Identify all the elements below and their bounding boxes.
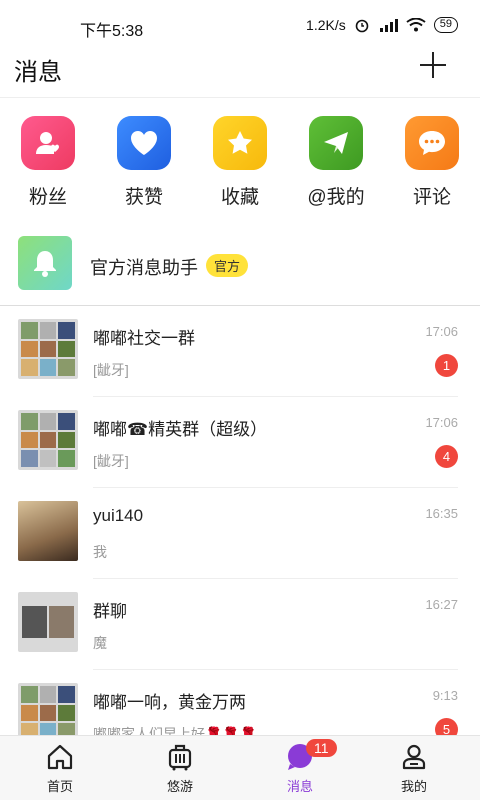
add-icon[interactable] [420, 52, 446, 78]
user-avatar [18, 501, 78, 561]
chat-time: 9:13 [432, 688, 458, 703]
chat-item[interactable]: 嘟嘟社交一群 17:06 [龇牙] 1 [0, 306, 480, 397]
official-badge: 官方 [206, 254, 249, 277]
nav-home[interactable]: 首页 [0, 742, 120, 795]
chat-name: 群聊 [93, 602, 127, 621]
header: 消息 [0, 48, 480, 98]
star-icon [213, 116, 267, 170]
official-assistant-row[interactable]: 官方消息助手 官方 [0, 234, 480, 294]
nav-profile[interactable]: 我的 [354, 742, 474, 795]
nav-unread-badge: 11 [306, 739, 337, 757]
fans-icon [21, 116, 75, 170]
bell-icon [18, 236, 72, 290]
quick-action-mentions[interactable]: @我的 [296, 116, 376, 209]
chat-time: 17:06 [425, 415, 458, 430]
nav-label: 首页 [46, 779, 73, 794]
comment-icon [405, 116, 459, 170]
chat-name: 嘟嘟一响，黄金万两 [93, 693, 246, 712]
quick-action-label: 评论 [412, 187, 451, 208]
unread-badge: 4 [435, 445, 458, 468]
chat-name: 嘟嘟社交一群 [93, 329, 195, 348]
quick-action-likes[interactable]: 获赞 [104, 116, 184, 209]
page-title: 消息 [14, 59, 62, 86]
status-indicators: 1.2K/s 59 [306, 17, 458, 33]
message-icon [240, 742, 360, 772]
chat-time: 16:27 [425, 597, 458, 612]
unread-badge: 1 [435, 354, 458, 377]
chat-name: 嘟嘟☎精英群（超级） [93, 420, 268, 439]
nav-label: 悠游 [166, 779, 193, 794]
nav-label: 消息 [286, 779, 313, 794]
signal-icon [379, 19, 398, 32]
bottom-nav: 首页 悠游 11 消息 我的 [0, 735, 480, 800]
chat-item[interactable]: 嘟嘟☎精英群（超级） 17:06 [龇牙] 4 [0, 397, 480, 488]
chat-preview: [龇牙] [93, 362, 129, 378]
status-time: 下午5:38 [80, 23, 144, 40]
wifi-icon [406, 18, 426, 32]
quick-action-favorites[interactable]: 收藏 [200, 116, 280, 209]
alarm-icon [355, 19, 369, 33]
group-avatar [18, 319, 78, 379]
heart-icon [117, 116, 171, 170]
chat-time: 16:35 [425, 506, 458, 521]
nav-travel[interactable]: 悠游 [120, 742, 240, 795]
quick-action-comments[interactable]: 评论 [392, 116, 472, 209]
chat-preview: 我 [93, 544, 107, 560]
status-bar: 下午5:38 1.2K/s 59 [0, 0, 480, 48]
send-icon [309, 116, 363, 170]
chat-item[interactable]: yui140 16:35 我 [0, 488, 480, 579]
group-avatar [18, 592, 78, 652]
group-avatar [18, 410, 78, 470]
battery-indicator: 59 [433, 17, 458, 33]
nav-messages[interactable]: 11 消息 [240, 739, 360, 795]
chat-preview: [龇牙] [93, 453, 129, 469]
home-icon [0, 742, 120, 772]
profile-icon [354, 742, 474, 772]
divider [0, 97, 480, 98]
quick-action-label: 获赞 [124, 187, 163, 208]
chat-item[interactable]: 群聊 16:27 魔 [0, 579, 480, 670]
luggage-icon [120, 742, 240, 772]
quick-actions: 粉丝 获赞 收藏 @我的 评论 [0, 116, 480, 216]
nav-label: 我的 [400, 779, 427, 794]
quick-action-label: 收藏 [220, 187, 259, 208]
quick-action-fans[interactable]: 粉丝 [8, 116, 88, 209]
chat-time: 17:06 [425, 324, 458, 339]
network-speed: 1.2K/s [306, 17, 346, 33]
quick-action-label: @我的 [307, 187, 365, 208]
chat-preview: 魔 [93, 635, 107, 651]
group-avatar [18, 683, 78, 743]
official-assistant-name: 官方消息助手 [90, 258, 198, 278]
chat-name: yui140 [93, 506, 144, 525]
quick-action-label: 粉丝 [28, 187, 67, 208]
